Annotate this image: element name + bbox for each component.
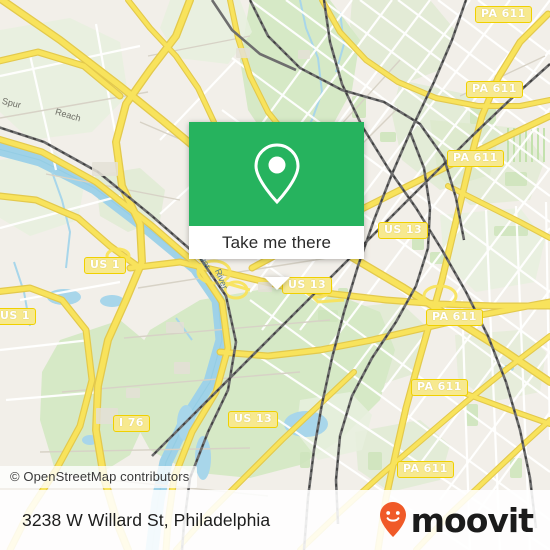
highway-shield-i76[interactable]: I 76 xyxy=(113,415,150,432)
osm-attribution[interactable]: © OpenStreetMap contributors xyxy=(0,466,198,488)
highway-shield-us13-1[interactable]: US 13 xyxy=(378,222,428,239)
take-me-there-button[interactable]: Take me there xyxy=(189,226,364,259)
popup-image-area xyxy=(189,122,364,226)
highway-shield-pa611-4[interactable]: PA 611 xyxy=(426,309,483,326)
moovit-brand[interactable]: moovit xyxy=(378,500,534,540)
highway-shield-pa611-3[interactable]: PA 611 xyxy=(447,150,504,167)
bottom-bar: 3238 W Willard St, Philadelphia moovit xyxy=(0,490,550,550)
destination-popup[interactable]: Take me there xyxy=(189,122,364,290)
highway-shield-pa611-2[interactable]: PA 611 xyxy=(466,81,523,98)
popup-pointer xyxy=(263,277,290,290)
highway-shield-us1-2[interactable]: US 1 xyxy=(0,308,36,325)
highway-shield-us13-3[interactable]: US 13 xyxy=(228,411,278,428)
highway-shield-pa611-6[interactable]: PA 611 xyxy=(397,461,454,478)
map-screen: Spur Reach River River PA 611 PA 611 PA … xyxy=(0,0,550,550)
highway-shield-us1-1[interactable]: US 1 xyxy=(84,257,126,274)
address-label: 3238 W Willard St, Philadelphia xyxy=(22,509,271,530)
moovit-smiley-pin-icon xyxy=(379,502,406,537)
highway-shield-pa611-1[interactable]: PA 611 xyxy=(475,6,532,23)
map-pin-icon xyxy=(253,143,300,205)
take-me-there-label: Take me there xyxy=(221,232,332,252)
moovit-wordmark: moovit xyxy=(410,500,534,540)
highway-shield-pa611-5[interactable]: PA 611 xyxy=(411,379,468,396)
highway-shield-us13-2[interactable]: US 13 xyxy=(282,277,332,294)
